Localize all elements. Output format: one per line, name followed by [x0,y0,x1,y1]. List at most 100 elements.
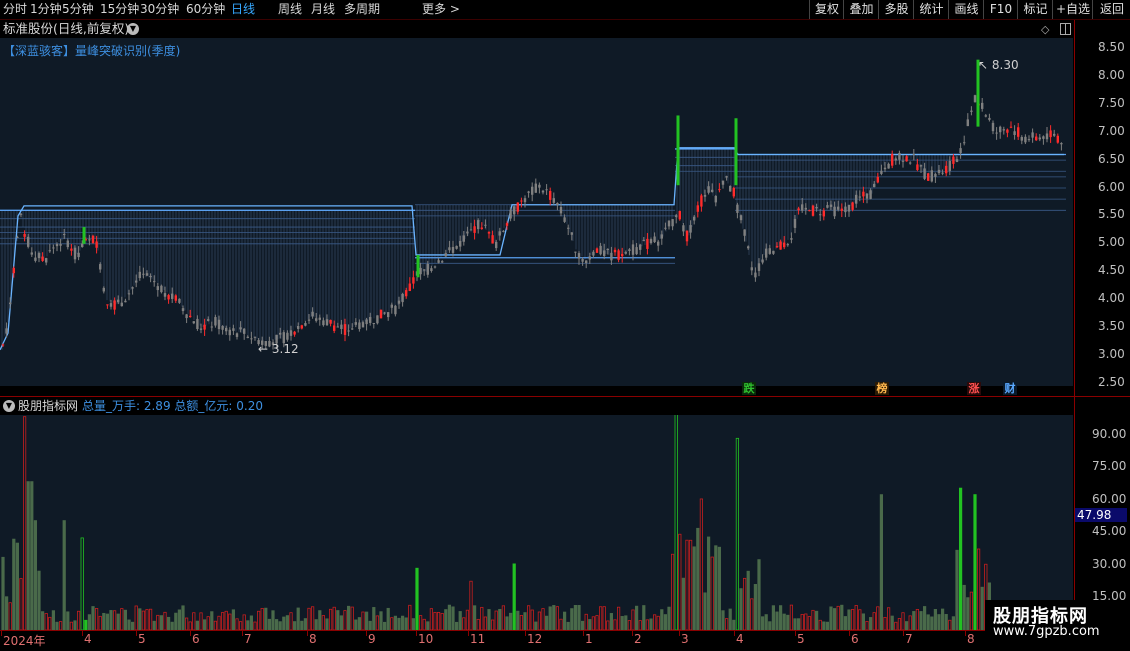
diamond-icon[interactable]: ◇ [1041,21,1049,39]
toolbar-button-0[interactable]: 复权 [809,0,844,19]
timeframe-tab-2[interactable]: 5分钟 [62,2,94,17]
event-badge[interactable]: 跌 [742,382,756,395]
timeframe-tab-10[interactable]: 更多 > [422,2,460,17]
volume-bar [505,616,509,631]
volume-bar [545,615,549,631]
candle-body [487,231,491,234]
candle-body [718,189,721,191]
candle-body [379,309,383,319]
candle-body [934,173,937,177]
candle-body [448,247,451,251]
volume-bar [887,607,891,631]
candle-body [459,240,462,247]
volume-bar [141,610,145,631]
volume-bar [462,617,466,631]
volume-bar [454,621,459,631]
timeframe-tab-4[interactable]: 30分钟 [140,2,179,17]
indicator-label[interactable]: 【深蓝骇客】量峰突破识别(季度) [3,42,180,59]
toolbar-button-6[interactable]: 标记 [1017,0,1053,19]
candle-body [34,257,37,261]
volume-bar [775,611,779,631]
volume-bar [728,608,732,631]
price-tick: 8.00 [1098,67,1125,82]
candle-body [739,215,743,221]
volume-bar [703,592,707,631]
volume-bar [969,591,974,631]
candle-body [819,214,822,216]
candle-body [210,326,213,328]
volume-bar [33,520,38,631]
candle-body [567,227,570,229]
volume-bar [563,611,567,631]
toolbar-button-5[interactable]: F10 [983,0,1018,19]
candle-body [876,176,879,183]
candle-body [340,324,343,330]
candle-body [581,258,584,262]
date-tick-line [136,631,137,636]
timeframe-tab-6[interactable]: 日线 [231,2,255,17]
date-tick: 6 [851,632,859,646]
price-tick: 2.50 [1098,374,1125,389]
low-price-label: ← 3.12 [258,342,299,356]
chevron-down-icon[interactable]: ▼ [127,23,139,35]
watermark-url: www.7gpzb.com [993,624,1100,639]
candle-body [408,283,411,292]
toolbar-button-7[interactable]: +自选 [1052,0,1093,19]
date-tick: 7 [244,632,252,646]
timeframe-tab-3[interactable]: 15分钟 [100,2,139,17]
toolbar-button-1[interactable]: 叠加 [843,0,879,19]
candle-body [149,275,152,278]
breakout-candle [676,115,680,186]
volume-bar [861,613,866,631]
volume-bar [238,621,243,631]
candle-body [912,154,915,156]
layout-icon[interactable] [1060,23,1071,35]
timeframe-tab-0[interactable]: 分时 [3,2,27,17]
volume-bar [930,616,934,631]
timeframe-tab-8[interactable]: 月线 [311,2,335,17]
event-badge[interactable]: 榜 [875,382,889,395]
volume-bar [181,605,185,631]
timeframe-tab-9[interactable]: 多周期 [344,2,380,17]
volume-bar [948,619,952,631]
candle-body [91,235,95,244]
volume-bar [138,608,142,631]
volume-bar [310,606,315,631]
candlestick-chart[interactable]: ↖ 8.30 ← 3.12 [0,38,1073,386]
volume-bar [332,606,336,631]
candle-body [59,244,62,246]
candle-body [531,186,534,195]
toolbar-button-8[interactable]: 返回 [1092,0,1130,19]
volume-bar [689,539,693,631]
volume-bar [732,619,736,631]
candle-body [840,208,843,211]
toolbar-button-2[interactable]: 多股 [878,0,914,19]
candle-body [113,300,116,310]
candle-body [189,315,192,318]
volume-bar [195,620,199,631]
chevron-down-icon[interactable]: ▼ [3,400,15,412]
candle-body [682,225,685,232]
candle-body [811,205,815,216]
volume-bar [148,608,153,631]
candle-body [955,159,959,163]
timeframe-tab-5[interactable]: 60分钟 [186,2,225,17]
candle-body [145,273,149,276]
toolbar-button-4[interactable]: 画线 [948,0,984,19]
event-badge[interactable]: 财 [1003,382,1017,395]
candle-body [761,259,764,263]
timeframe-tab-7[interactable]: 周线 [278,2,302,17]
candle-body [372,322,375,324]
candle-body [520,200,523,202]
candle-body [178,298,181,303]
volume-bar [228,613,232,631]
volume-bar [581,620,585,631]
candle-body [664,227,667,229]
event-badge[interactable]: 涨 [967,382,981,395]
volume-chart[interactable] [0,414,1073,631]
volume-bar [346,605,351,631]
timeframe-tab-1[interactable]: 1分钟 [30,2,62,17]
date-tick-line [795,631,796,636]
toolbar-button-3[interactable]: 统计 [913,0,949,19]
volume-bar [177,609,181,631]
